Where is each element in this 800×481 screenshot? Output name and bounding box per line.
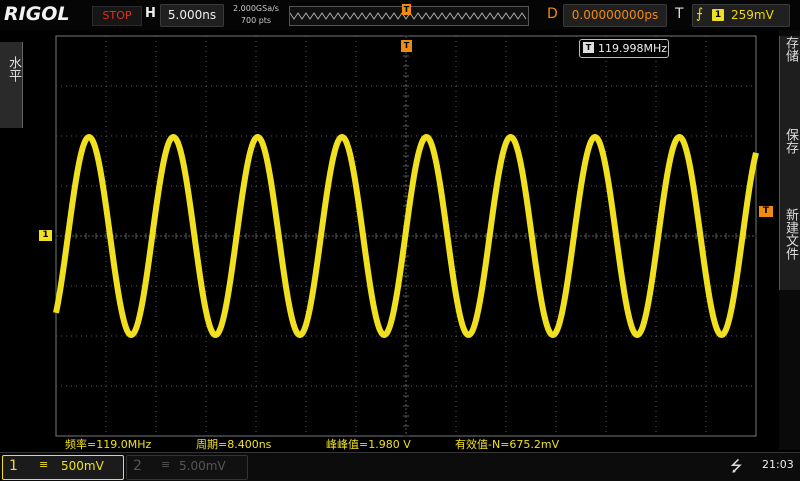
measurement-vrms: 有效值-N=675.2mV xyxy=(455,438,560,451)
ch2-tab[interactable]: 2 ≡ 5.00mV xyxy=(126,455,248,480)
ch2-scale: 5.00mV xyxy=(179,459,226,473)
measurement-frequency: 频率=119.0MHz xyxy=(65,438,152,451)
trigger-position-marker[interactable]: T xyxy=(401,40,412,52)
dc-coupling-icon: ≡ xyxy=(161,458,171,471)
ch1-scale: 500mV xyxy=(61,459,104,473)
waveform-display[interactable] xyxy=(0,0,800,480)
softkey-new-file-label: 新建文件 xyxy=(783,208,798,260)
ch1-tab[interactable]: 1 ≡ 500mV xyxy=(2,455,124,480)
trigger-delay-value[interactable]: 0.00000000ps xyxy=(563,4,667,27)
trigger-label: T xyxy=(675,6,684,22)
trigger-source-badge: 1 xyxy=(712,9,724,21)
ch1-number: 1 xyxy=(9,458,18,474)
trigger-position-top-marker: T xyxy=(402,4,411,15)
frequency-counter-icon: T xyxy=(583,42,594,53)
sample-rate: 2.000GSa/s xyxy=(233,4,279,13)
delay-label: D xyxy=(547,6,558,22)
softkey-save[interactable]: 保存 xyxy=(779,128,800,208)
softkey-save-label: 保存 xyxy=(783,128,798,154)
measurement-period: 周期=8.400ns xyxy=(196,438,272,451)
memory-depth: 700 pts xyxy=(240,16,272,25)
timebase-value[interactable]: 5.000ns xyxy=(160,4,224,27)
trigger-level-marker[interactable]: T xyxy=(759,206,773,217)
softkey-storage[interactable]: 存储 xyxy=(779,36,800,128)
ch2-number: 2 xyxy=(133,458,142,474)
usb-icon: ⭍ xyxy=(730,457,743,475)
frequency-counter: T 119.998MHz xyxy=(579,39,669,58)
measurement-vpp: 峰峰值=1.980 V xyxy=(326,438,411,451)
brand-logo: RIGOL xyxy=(4,3,70,25)
trigger-settings[interactable]: ⨍ 1 259mV xyxy=(692,4,790,27)
horizontal-label: H xyxy=(145,6,156,21)
softkey-storage-label: 存储 xyxy=(783,36,798,62)
trigger-level-value: 259mV xyxy=(731,8,774,22)
system-clock: 21:03 xyxy=(762,458,794,471)
acquisition-info: 2.000GSa/s 700 pts xyxy=(230,3,282,27)
horizontal-menu-tab[interactable]: 水平 xyxy=(0,42,23,128)
ch1-offset-marker[interactable]: 1 xyxy=(39,230,52,241)
dc-coupling-icon: ≡ xyxy=(39,458,49,471)
frequency-counter-value: 119.998MHz xyxy=(598,42,668,55)
rising-edge-icon: ⨍ xyxy=(696,6,704,22)
run-stop-status[interactable]: STOP xyxy=(92,6,142,26)
softkey-new-file[interactable]: 新建文件 xyxy=(779,208,800,290)
horizontal-menu-label: 水平 xyxy=(6,56,21,82)
